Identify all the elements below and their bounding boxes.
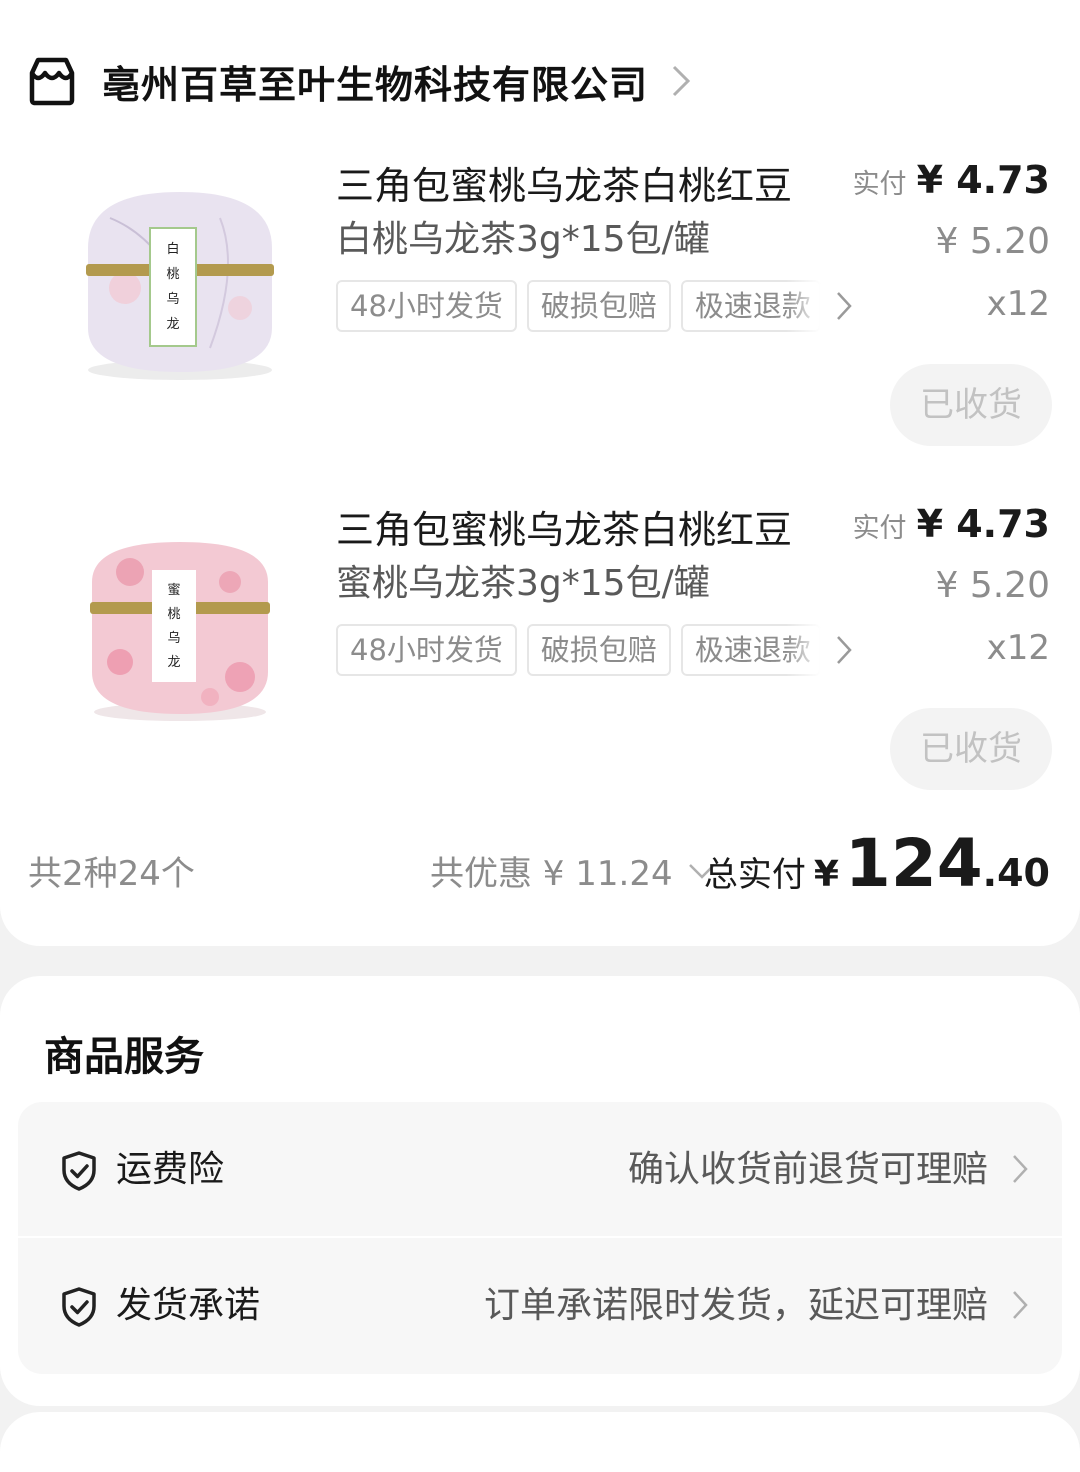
chevron-right-icon xyxy=(1013,1291,1028,1319)
original-price: ¥ 5.20 xyxy=(935,565,1050,606)
svg-text:桃: 桃 xyxy=(167,607,180,622)
order-card: 亳州百草至叶生物科技有限公司 白 桃 乌 龙 三角包蜜桃乌龙茶白桃红豆 白桃乌龙… xyxy=(0,0,1080,946)
service-tags[interactable]: 48小时发货 破损包赔 极速退款 xyxy=(336,624,853,676)
paid-value: ¥ 4.73 xyxy=(916,502,1050,546)
total-paid: 总实付 ¥ 124 .40 xyxy=(704,826,1050,902)
total-integer: 124 xyxy=(844,825,983,902)
chevron-right-icon xyxy=(1013,1155,1028,1183)
product-spec: 白桃乌龙茶3g*15包/罐 xyxy=(336,219,710,260)
service-name: 运费险 xyxy=(116,1149,225,1190)
order-summary: 共2种24个 共优惠 ¥ 11.24 总实付 ¥ 124 .40 xyxy=(0,826,1080,906)
tag-fast-refund: 极速退款 xyxy=(680,624,821,676)
tag-shipping: 48小时发货 xyxy=(336,624,517,676)
chevron-right-icon xyxy=(672,65,691,97)
service-name: 发货承诺 xyxy=(116,1285,261,1326)
service-tags[interactable]: 48小时发货 破损包赔 极速退款 xyxy=(336,280,853,332)
service-list: 运费险 确认收货前退货可理赔 发货承诺 订单承诺限时发货，延迟可理赔 xyxy=(18,1102,1062,1374)
product-item[interactable]: 蜜 桃 乌 龙 三角包蜜桃乌龙茶白桃红豆 蜜桃乌龙茶3g*15包/罐 48小时发… xyxy=(0,502,1080,802)
received-button[interactable]: 已收货 xyxy=(890,364,1052,446)
tag-damage-refund: 破损包赔 xyxy=(526,280,671,332)
paid-value: ¥ 4.73 xyxy=(916,158,1050,202)
tag-damage-refund: 破损包赔 xyxy=(526,624,671,676)
discount-text: 共优惠 ¥ 11.24 xyxy=(430,854,673,894)
product-image[interactable]: 蜜 桃 乌 龙 xyxy=(70,502,290,742)
product-image[interactable]: 白 桃 乌 龙 xyxy=(70,158,290,398)
service-card: 商品服务 运费险 确认收货前退货可理赔 发货承诺 订单承诺限时发货，延迟可理赔 xyxy=(0,976,1080,1406)
paid-price: 实付 ¥ 4.73 xyxy=(853,158,1050,202)
quantity: x12 xyxy=(986,628,1050,668)
svg-text:白: 白 xyxy=(166,241,179,257)
service-desc: 订单承诺限时发货，延迟可理赔 xyxy=(483,1285,988,1326)
service-row-shipping-insurance[interactable]: 运费险 确认收货前退货可理赔 xyxy=(18,1102,1062,1238)
paid-price: 实付 ¥ 4.73 xyxy=(853,502,1050,546)
received-button[interactable]: 已收货 xyxy=(890,708,1052,790)
paid-label: 实付 xyxy=(852,513,907,544)
original-price: ¥ 5.20 xyxy=(935,221,1050,262)
shop-icon xyxy=(29,57,75,106)
svg-text:蜜: 蜜 xyxy=(167,583,180,598)
paid-label: 实付 xyxy=(852,169,907,200)
discount-toggle[interactable]: 共优惠 ¥ 11.24 xyxy=(430,846,717,895)
total-currency: ¥ xyxy=(813,854,839,895)
quantity: x12 xyxy=(986,284,1050,324)
service-row-shipping-promise[interactable]: 发货承诺 订单承诺限时发货，延迟可理赔 xyxy=(18,1238,1062,1374)
shield-check-icon xyxy=(62,1287,96,1327)
svg-text:乌: 乌 xyxy=(166,291,179,307)
product-title[interactable]: 三角包蜜桃乌龙茶白桃红豆 xyxy=(336,502,836,558)
section-title: 商品服务 xyxy=(44,1034,204,1080)
svg-text:乌: 乌 xyxy=(167,630,180,646)
next-card xyxy=(0,1412,1080,1472)
shop-header[interactable]: 亳州百草至叶生物科技有限公司 xyxy=(26,46,692,116)
shield-check-icon xyxy=(62,1151,96,1191)
product-item[interactable]: 白 桃 乌 龙 三角包蜜桃乌龙茶白桃红豆 白桃乌龙茶3g*15包/罐 48小时发… xyxy=(0,158,1080,458)
total-decimal: .40 xyxy=(982,851,1050,895)
chevron-right-icon xyxy=(837,292,852,320)
item-count: 共2种24个 xyxy=(28,854,195,894)
tag-fast-refund: 极速退款 xyxy=(680,280,821,332)
svg-text:龙: 龙 xyxy=(166,317,179,332)
product-title[interactable]: 三角包蜜桃乌龙茶白桃红豆 xyxy=(336,158,836,214)
svg-text:桃: 桃 xyxy=(166,267,179,282)
service-desc: 确认收货前退货可理赔 xyxy=(627,1149,988,1190)
tag-shipping: 48小时发货 xyxy=(336,280,517,332)
shop-name: 亳州百草至叶生物科技有限公司 xyxy=(102,62,649,107)
total-label: 总实付 xyxy=(703,855,806,895)
chevron-right-icon xyxy=(837,636,852,664)
svg-text:龙: 龙 xyxy=(167,655,180,670)
product-spec: 蜜桃乌龙茶3g*15包/罐 xyxy=(336,563,710,604)
